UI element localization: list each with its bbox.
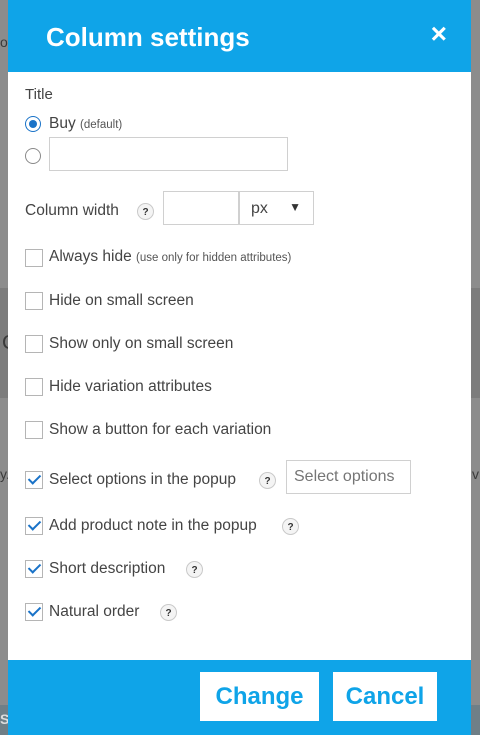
- natural-order-help-icon[interactable]: ?: [160, 604, 177, 621]
- title-default-label: Buy (default): [49, 115, 122, 133]
- title-label: Title: [25, 86, 53, 103]
- chevron-down-icon: ▼: [289, 200, 301, 214]
- natural-order-checkbox[interactable]: [25, 603, 43, 621]
- change-button[interactable]: Change: [200, 672, 319, 721]
- cancel-button[interactable]: Cancel: [333, 672, 437, 721]
- show-only-small-screen-checkbox[interactable]: [25, 335, 43, 353]
- dialog-title: Column settings: [46, 22, 250, 52]
- select-options-popup-label: Select options in the popup: [49, 471, 236, 488]
- dialog-header: Column settings ×: [8, 0, 471, 72]
- product-note-popup-checkbox[interactable]: [25, 517, 43, 535]
- short-description-help-icon[interactable]: ?: [186, 561, 203, 578]
- select-options-text-input[interactable]: [286, 460, 411, 494]
- hide-variation-attributes-label: Hide variation attributes: [49, 378, 212, 395]
- title-custom-input[interactable]: [49, 137, 288, 171]
- show-only-small-screen-label: Show only on small screen: [49, 335, 234, 352]
- always-hide-label: Always hide (use only for hidden attribu…: [49, 248, 291, 266]
- always-hide-text: Always hide: [49, 248, 132, 265]
- select-options-help-icon[interactable]: ?: [259, 472, 276, 489]
- short-description-checkbox[interactable]: [25, 560, 43, 578]
- unit-value: px: [251, 200, 268, 217]
- column-settings-dialog: Column settings × Title Buy (default) Co…: [8, 0, 471, 735]
- hide-small-screen-label: Hide on small screen: [49, 292, 194, 309]
- title-default-note: (default): [80, 119, 123, 131]
- hide-small-screen-checkbox[interactable]: [25, 292, 43, 310]
- title-custom-radio[interactable]: [25, 148, 41, 164]
- background-text: v: [472, 466, 479, 482]
- close-icon[interactable]: ×: [431, 20, 447, 48]
- title-default-radio[interactable]: [25, 116, 41, 132]
- column-width-help-icon[interactable]: ?: [137, 203, 154, 220]
- column-width-unit-select[interactable]: px ▼: [239, 191, 314, 225]
- product-note-popup-label: Add product note in the popup: [49, 517, 257, 534]
- natural-order-label: Natural order: [49, 603, 140, 620]
- hide-variation-attributes-checkbox[interactable]: [25, 378, 43, 396]
- short-description-label: Short description: [49, 560, 166, 577]
- always-hide-note: (use only for hidden attributes): [136, 252, 292, 264]
- product-note-help-icon[interactable]: ?: [282, 518, 299, 535]
- select-options-popup-checkbox[interactable]: [25, 471, 43, 489]
- column-width-input[interactable]: [163, 191, 239, 225]
- dialog-footer: Change Cancel: [8, 660, 471, 735]
- button-each-variation-label: Show a button for each variation: [49, 421, 272, 438]
- always-hide-checkbox[interactable]: [25, 249, 43, 267]
- column-width-label: Column width: [25, 202, 119, 219]
- title-default-text: Buy: [49, 115, 76, 132]
- button-each-variation-checkbox[interactable]: [25, 421, 43, 439]
